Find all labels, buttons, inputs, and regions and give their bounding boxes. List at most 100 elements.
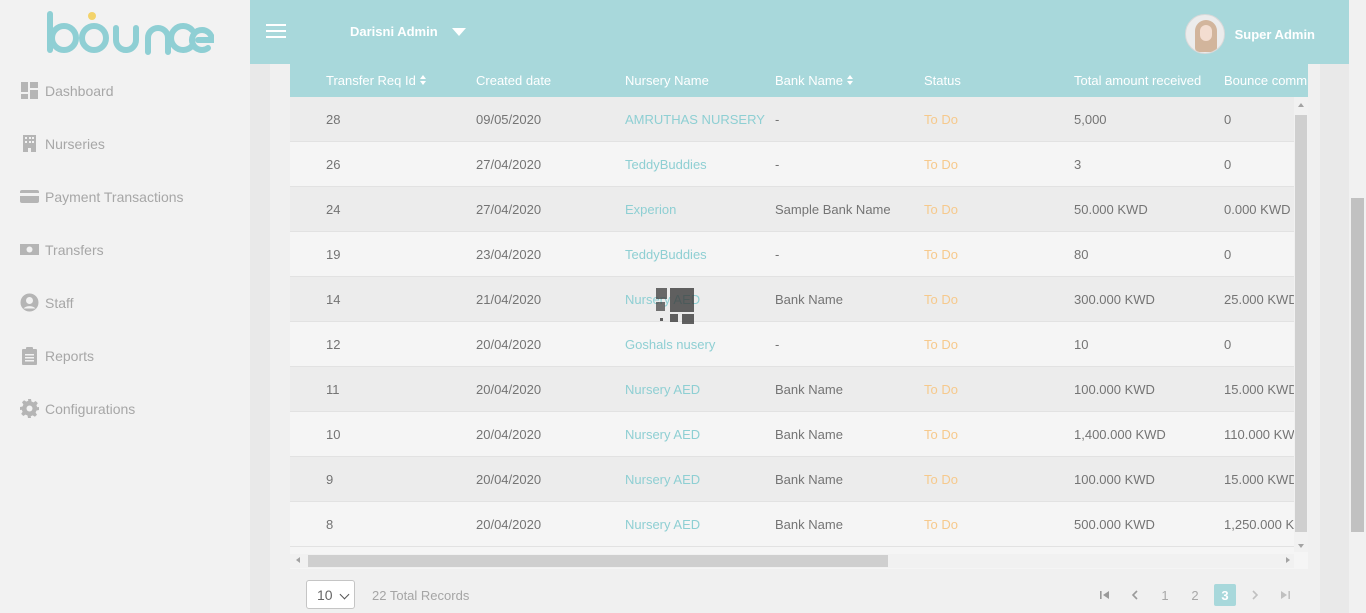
table-row[interactable]: 14 21/04/2020 Nursery AED Bank Name To Do 300… [290, 277, 1296, 322]
cell-bounce-commission: 15.000 KWD [1224, 382, 1296, 397]
cell-nursery-name[interactable]: Nursery AED [625, 502, 770, 547]
sidebar-item-reports[interactable]: Reports [0, 329, 250, 382]
cell-created-date: 20/04/2020 [476, 337, 542, 352]
cell-nursery-name[interactable]: TeddyBuddies [625, 142, 770, 187]
hamburger-menu-icon[interactable] [266, 24, 286, 40]
cell-nursery-name[interactable]: AMRUTHAS NURSERY [625, 97, 770, 142]
page-size-select[interactable]: 10 [306, 580, 355, 609]
money-icon [20, 240, 39, 259]
transfers-table: Transfer Req Id Created date Nursery Name B… [290, 64, 1308, 569]
previous-page-icon[interactable] [1124, 584, 1146, 606]
scroll-thumb[interactable] [1295, 115, 1307, 532]
cell-bank-name: Sample Bank Name [775, 202, 891, 217]
cell-created-date: 20/04/2020 [476, 472, 542, 487]
cell-total-amount: 1,400.000 KWD [1074, 427, 1166, 442]
credit-card-icon [20, 187, 39, 206]
cell-nursery-name[interactable]: Experion [625, 187, 770, 232]
table-row[interactable]: 10 20/04/2020 Nursery AED Bank Name To Do 1,4… [290, 412, 1295, 457]
cell-created-date: 20/04/2020 [476, 517, 542, 532]
page-scrollbar[interactable] [1349, 0, 1366, 613]
cell-bounce-commission: 1,250.000 K [1224, 517, 1295, 532]
cell-status: To Do [924, 112, 958, 127]
sidebar-item-dashboard[interactable]: Dashboard [0, 64, 250, 117]
sidebar-item-label: Configurations [45, 400, 136, 417]
table-row[interactable]: 28 09/05/2020 AMRUTHAS NURSERY - To Do 5,000 0 [290, 97, 1294, 142]
cell-total-amount: 500.000 KWD [1074, 517, 1155, 532]
cell-status: To Do [924, 472, 958, 487]
clipboard-icon [20, 346, 39, 365]
cell-transfer-id: 9 [326, 472, 334, 487]
column-header-label: Status [924, 72, 961, 88]
page-3-button[interactable]: 3 [1214, 584, 1236, 606]
sort-icon[interactable] [419, 75, 427, 86]
sidebar-item-transfers[interactable]: Transfers [0, 223, 250, 276]
top-bar: Darisni Admin Super Admin [250, 0, 1349, 64]
sidebar-item-payment-transactions[interactable]: Payment Transactions [0, 170, 250, 223]
cell-nursery-name[interactable]: Nursery AED [625, 277, 770, 322]
sidebar-item-configurations[interactable]: Configurations [0, 382, 250, 435]
column-header-bank-name[interactable]: Bank Name [775, 64, 854, 97]
next-page-icon[interactable] [1244, 584, 1266, 606]
cell-nursery-name[interactable]: Nursery AED [625, 367, 770, 412]
cell-total-amount: 80 [1074, 247, 1089, 262]
column-header-transfer-req-id[interactable]: Transfer Req Id [326, 64, 427, 97]
cell-bounce-commission: 0.000 KWD [1224, 202, 1291, 217]
first-page-icon[interactable] [1094, 584, 1116, 606]
sidebar-item-label: Dashboard [45, 82, 114, 99]
admin-switcher-label: Darisni Admin [350, 24, 438, 39]
table-row[interactable]: 9 20/04/2020 Nursery AED Bank Name To Do 100.… [290, 457, 1296, 502]
cell-created-date: 20/04/2020 [476, 427, 542, 442]
table-row[interactable]: 8 20/04/2020 Nursery AED Bank Name To Do 500.… [290, 502, 1294, 547]
scroll-thumb-horizontal[interactable] [308, 555, 888, 567]
user-menu[interactable]: Super Admin [1184, 14, 1315, 54]
admin-switcher[interactable]: Darisni Admin [350, 24, 466, 39]
page-2-button[interactable]: 2 [1184, 584, 1206, 606]
sidebar-item-staff[interactable]: Staff [0, 276, 250, 329]
scroll-left-arrow-icon[interactable] [296, 557, 300, 563]
bounce-logo[interactable] [44, 10, 214, 58]
cell-created-date: 23/04/2020 [476, 247, 542, 262]
cell-nursery-name[interactable]: TeddyBuddies [625, 232, 770, 277]
cell-status: To Do [924, 202, 958, 217]
table-row[interactable]: 26 27/04/2020 TeddyBuddies - To Do 3 0 [290, 142, 1294, 187]
cell-total-amount: 5,000 [1074, 112, 1107, 127]
sort-icon[interactable] [846, 75, 854, 86]
table-row[interactable]: 24 27/04/2020 Experion Sample Bank Name To D… [290, 187, 1294, 232]
column-header-label: Transfer Req Id [326, 72, 416, 88]
scroll-right-arrow-icon[interactable] [1286, 557, 1290, 563]
scroll-down-arrow-icon[interactable] [1298, 544, 1304, 548]
cell-bounce-commission: 0 [1224, 157, 1232, 172]
cell-status: To Do [924, 337, 958, 352]
table-row[interactable]: 11 20/04/2020 Nursery AED Bank Name To Do 100… [290, 367, 1296, 412]
gear-icon [20, 399, 39, 418]
cell-bank-name: Bank Name [775, 427, 843, 442]
cell-bank-name: Bank Name [775, 292, 843, 307]
page-1-button[interactable]: 1 [1154, 584, 1176, 606]
cell-transfer-id: 14 [326, 292, 341, 307]
cell-bounce-commission: 15.000 KWD [1224, 472, 1296, 487]
column-header-label: Total amount received [1074, 72, 1202, 88]
last-page-icon[interactable] [1274, 584, 1296, 606]
table-horizontal-scrollbar[interactable] [290, 554, 1294, 568]
table-vertical-scrollbar[interactable] [1294, 97, 1308, 552]
cell-nursery-name[interactable]: Nursery AED [625, 412, 770, 457]
cell-bank-name: - [775, 247, 780, 262]
cell-bounce-commission: 0 [1224, 337, 1232, 352]
column-header-created-date: Created date [476, 64, 551, 97]
chevron-down-icon [339, 589, 350, 600]
sidebar-item-label: Reports [45, 347, 95, 364]
sidebar-item-nurseries[interactable]: Nurseries [0, 117, 250, 170]
cell-nursery-name[interactable]: Goshals nusery [625, 322, 770, 367]
scroll-up-arrow-icon[interactable] [1298, 103, 1304, 107]
cell-nursery-name[interactable]: Nursery AED [625, 457, 770, 502]
column-header-label: Nursery Name [625, 72, 709, 88]
page-scroll-thumb[interactable] [1351, 198, 1364, 532]
table-row[interactable]: 12 20/04/2020 Goshals nusery - To Do 10 0 [290, 322, 1294, 367]
cell-total-amount: 300.000 KWD [1074, 292, 1155, 307]
cell-total-amount: 10 [1074, 337, 1089, 352]
cell-created-date: 09/05/2020 [476, 112, 542, 127]
pagination: 1 2 3 [1086, 584, 1296, 606]
column-header-label: Bounce commis [1224, 72, 1308, 88]
cell-transfer-id: 8 [326, 517, 334, 532]
table-row[interactable]: 19 23/04/2020 TeddyBuddies - To Do 80 0 [290, 232, 1294, 277]
